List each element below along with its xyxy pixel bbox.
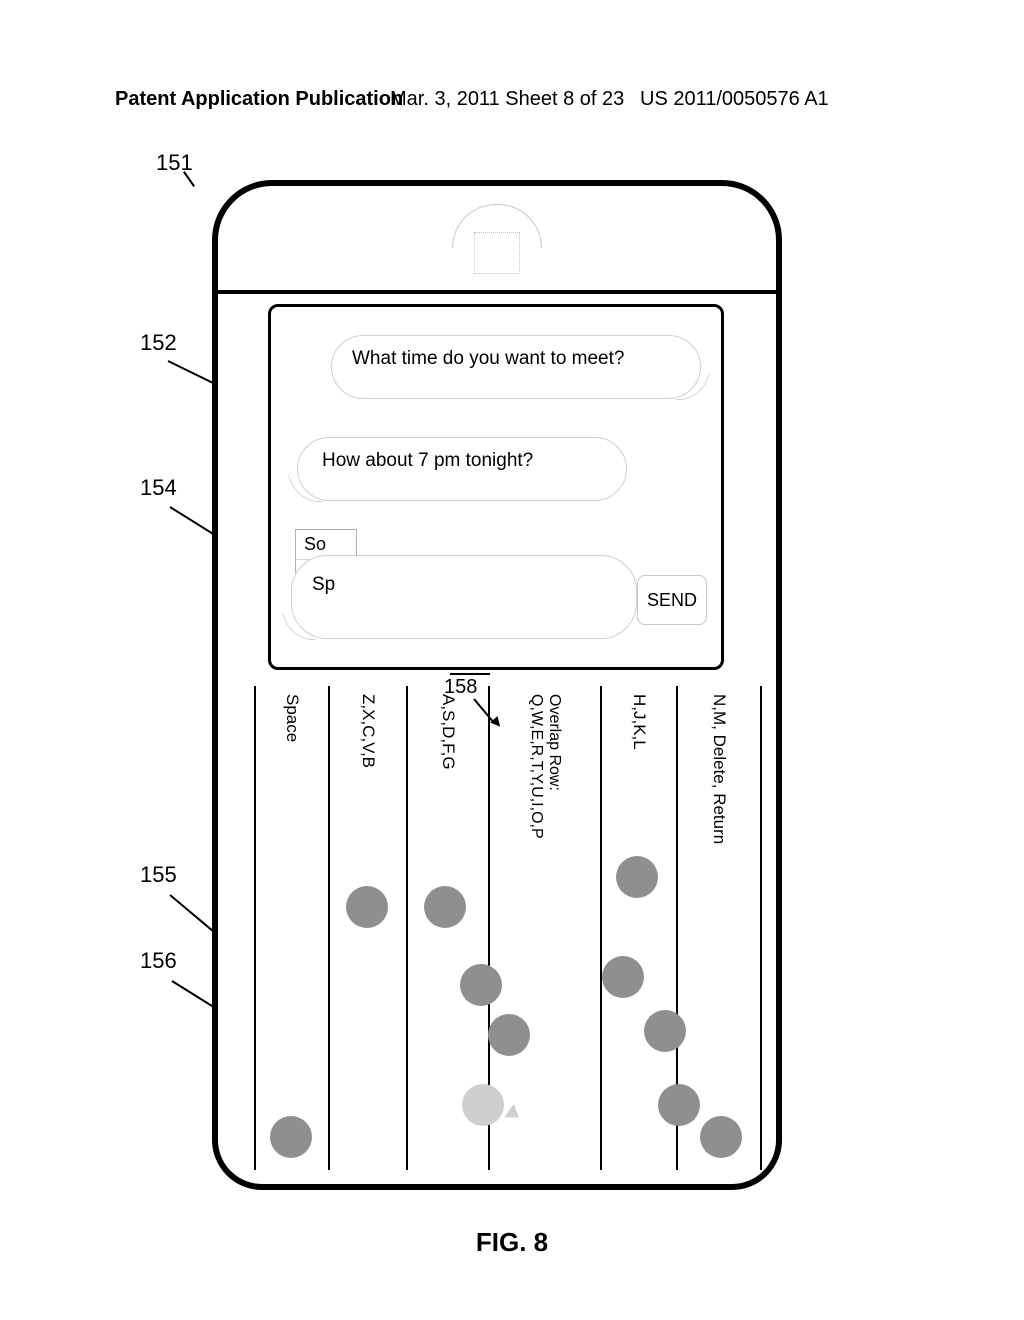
ref-155-lead <box>169 894 216 934</box>
keyboard-zone[interactable]: Space Z,X,C,V,B A,S,D,F,G Overlap Row: Q… <box>228 686 766 1170</box>
device-outline: What time do you want to meet? How about… <box>212 180 782 1190</box>
pubnum-label: US 2011/0050576 A1 <box>640 88 829 111</box>
kbd-col-label: A,S,D,F,G <box>438 694 458 770</box>
touch-dot-icon <box>488 1014 530 1056</box>
ref-158-bar <box>450 673 490 675</box>
touch-dot-icon <box>644 1010 686 1052</box>
message-bubble-outgoing: How about 7 pm tonight? <box>297 437 627 501</box>
touch-dot-icon <box>270 1116 312 1158</box>
bubble-tail-icon <box>676 374 710 400</box>
bubble-tail-icon <box>282 614 316 640</box>
kbd-col-label: Space <box>282 694 302 742</box>
compose-text: Sp <box>312 574 335 595</box>
top-divider <box>218 290 776 294</box>
touch-dot-icon <box>658 1084 700 1126</box>
message-bubble-incoming: What time do you want to meet? <box>331 335 701 399</box>
kbd-col-label: N,M, Delete, Return <box>709 694 729 844</box>
figure-caption: FIG. 8 <box>0 1227 1024 1258</box>
kbd-col-space[interactable]: Space <box>254 686 328 1170</box>
send-button[interactable]: SEND <box>637 575 707 625</box>
ref-156: 156 <box>140 948 177 974</box>
touch-dot-icon <box>460 964 502 1006</box>
sheet-label: Mar. 3, 2011 Sheet 8 of 23 <box>390 88 624 111</box>
ref-151: 151 <box>156 150 193 176</box>
touch-dot-icon <box>616 856 658 898</box>
touch-dot-icon <box>424 886 466 928</box>
ref-154: 154 <box>140 475 177 501</box>
send-label: SEND <box>647 590 697 611</box>
compose-bubble[interactable]: Sp <box>291 555 637 639</box>
message-1-text: What time do you want to meet? <box>352 348 624 369</box>
ref-152: 152 <box>140 330 177 356</box>
bubble-tail-icon <box>288 476 322 502</box>
touch-dot-icon <box>602 956 644 998</box>
kbd-col-label: Z,X,C,V,B <box>358 694 378 768</box>
message-2-text: How about 7 pm tonight? <box>322 450 533 471</box>
touch-dot-icon <box>700 1116 742 1158</box>
ref-155: 155 <box>140 862 177 888</box>
touch-dot-light-icon <box>462 1084 504 1126</box>
kbd-col-label: Overlap Row: Q,W,E,R,T,Y,U,I,O,P <box>527 694 563 839</box>
kbd-col-overlap[interactable]: Overlap Row: Q,W,E,R,T,Y,U,I,O,P <box>488 686 600 1170</box>
kbd-col-label: H,J,K,L <box>629 694 649 750</box>
camera-icon <box>474 232 520 274</box>
chat-panel: What time do you want to meet? How about… <box>268 304 724 670</box>
kbd-col-zxcvb[interactable]: Z,X,C,V,B <box>328 686 406 1170</box>
touch-dot-icon <box>346 886 388 928</box>
pub-label: Patent Application Publication <box>115 88 403 111</box>
